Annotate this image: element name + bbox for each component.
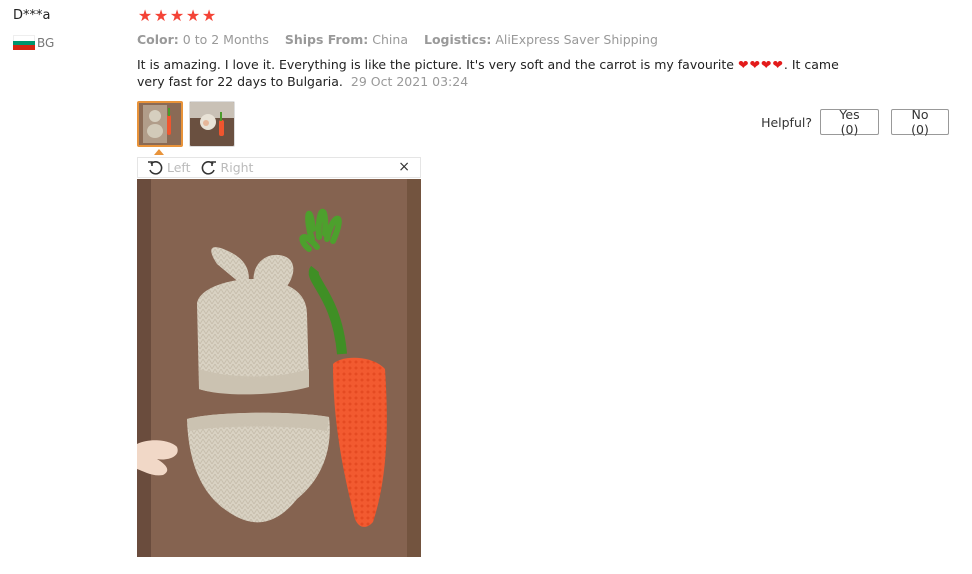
ships-from-label: Ships From:: [284, 32, 369, 47]
close-viewer-button[interactable]: ×: [398, 159, 410, 175]
reviewer-country: BG: [13, 35, 55, 51]
review-thumbnails: [137, 101, 235, 147]
helpful-label: Helpful?: [761, 114, 812, 130]
reviewer-name: D***a: [13, 8, 51, 23]
star-icon: ★: [169, 6, 185, 25]
star-icon: ★: [137, 6, 153, 25]
ships-from-value: China: [372, 32, 408, 47]
review-photo-large[interactable]: [137, 179, 421, 557]
helpful-controls: Helpful? Yes (0) No (0): [761, 107, 949, 137]
logistics-label: Logistics:: [423, 32, 492, 47]
review-text: It is amazing. I love it. Everything is …: [137, 56, 867, 90]
helpful-no-button[interactable]: No (0): [891, 107, 949, 137]
star-icon: ★: [185, 6, 201, 25]
heart-emoji-icons: ❤❤❤❤: [737, 57, 784, 72]
order-meta: Color: 0 to 2 Months Ships From: China L…: [137, 32, 670, 47]
rotate-right-label: Right: [220, 160, 254, 175]
review-date: 29 Oct 2021 03:24: [350, 74, 469, 89]
star-icon: ★: [153, 6, 169, 25]
review-thumbnail-2[interactable]: [189, 101, 235, 147]
bulgaria-flag-icon: [13, 35, 35, 51]
review-text-part1: It is amazing. I love it. Everything is …: [137, 57, 734, 72]
rotate-left-button[interactable]: Left: [147, 160, 191, 176]
country-code: BG: [37, 35, 55, 50]
star-icon: ★: [201, 6, 217, 25]
image-viewer-toolbar: Left Right ×: [137, 157, 421, 178]
rotate-left-icon: [148, 160, 163, 175]
review-thumbnail-1[interactable]: [137, 101, 183, 147]
color-value: 0 to 2 Months: [182, 32, 269, 47]
rotate-left-label: Left: [167, 160, 191, 175]
rotate-right-button[interactable]: Right: [201, 160, 254, 176]
helpful-yes-button[interactable]: Yes (0): [820, 107, 879, 137]
thumbnail-pointer-icon: [154, 149, 164, 155]
star-rating: ★ ★ ★ ★ ★: [137, 7, 217, 25]
rotate-right-icon: [201, 160, 216, 175]
logistics-value: AliExpress Saver Shipping: [495, 32, 658, 47]
color-label: Color:: [137, 32, 179, 47]
